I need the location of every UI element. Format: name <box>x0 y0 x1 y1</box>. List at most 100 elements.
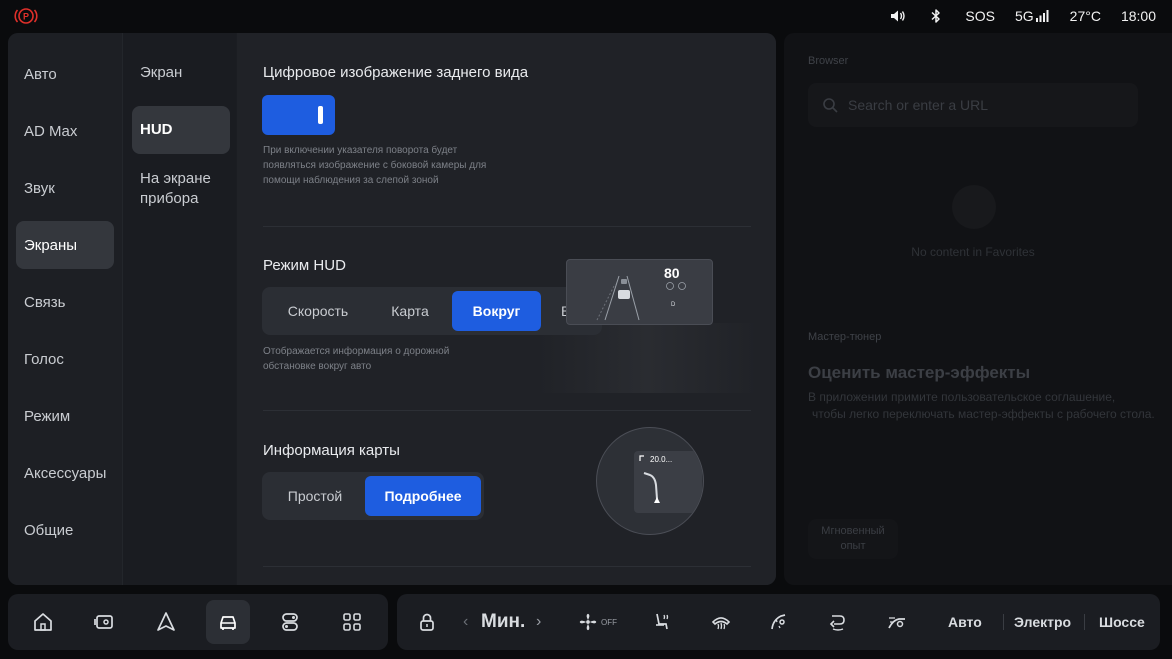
instant-experience-label: опыт <box>840 540 866 552</box>
section-divider <box>263 410 751 411</box>
front-defrost-button[interactable] <box>699 600 743 644</box>
subnav-item-screen[interactable]: Экран <box>132 53 230 93</box>
fan-decrease-chevron-icon[interactable]: ‹ <box>463 594 468 650</box>
fan-increase-chevron-icon[interactable]: › <box>536 594 541 650</box>
air-recirculation-button[interactable] <box>816 600 860 644</box>
map-info-title: Информация карты <box>263 442 400 459</box>
air-direction-icon <box>888 617 905 629</box>
clock: 18:00 <box>1120 8 1156 24</box>
sos-button[interactable]: SOS <box>965 8 995 24</box>
hud-mode-hint-line: обстановке вокруг авто <box>263 361 372 372</box>
nav-item-ad-max[interactable]: AD Max <box>16 107 114 155</box>
rear-view-hint-line: При включении указателя поворота будет <box>263 145 458 156</box>
nav-item-mode[interactable]: Режим <box>16 392 114 440</box>
svg-text:P: P <box>23 12 29 22</box>
subnav-item-instrument-screen[interactable]: На экране прибора <box>132 165 222 213</box>
map-info-preview: 20.0... <box>596 427 704 535</box>
instant-experience-label: Мгновенный <box>821 525 885 537</box>
climate-dock: ‹ Мин. › OFF Авто Электро Шоссе <box>397 594 1160 650</box>
media-button[interactable] <box>82 600 126 644</box>
hud-preview-speed: 80 <box>664 265 680 281</box>
instant-experience-button[interactable]: Мгновенный опыт <box>808 519 898 559</box>
settings-panel: Авто AD Max Звук Экраны Связь Голос Режи… <box>8 33 776 585</box>
network-indicator: 5G <box>1015 8 1050 24</box>
secondary-nav: Экран HUD На экране прибора <box>122 33 236 585</box>
favorites-empty-icon <box>952 185 996 229</box>
controls-button[interactable] <box>268 600 312 644</box>
nav-item-connection[interactable]: Связь <box>16 278 114 326</box>
nav-item-accessories[interactable]: Аксессуары <box>16 449 114 497</box>
drive-mode-electric[interactable]: Электро <box>1014 594 1071 650</box>
app-dock <box>8 594 388 650</box>
tuner-body-line: чтобы легко переключать мастер-эффекты с… <box>812 407 1155 421</box>
volume-icon[interactable] <box>889 7 907 25</box>
primary-nav: Авто AD Max Звук Экраны Связь Голос Режи… <box>8 33 122 585</box>
hud-mode-speed[interactable]: Скорость <box>266 291 370 331</box>
tuner-label: Мастер-тюнер <box>808 331 882 343</box>
nav-item-general[interactable]: Общие <box>16 506 114 554</box>
toggle-knob <box>318 106 323 124</box>
browser-label: Browser <box>808 55 849 67</box>
home-button[interactable] <box>21 600 65 644</box>
browser-search-placeholder: Search or enter a URL <box>848 97 989 113</box>
section-divider <box>263 226 751 227</box>
fan-off-label: OFF <box>601 617 617 627</box>
nav-item-sound[interactable]: Звук <box>16 164 114 212</box>
hud-mode-around[interactable]: Вокруг <box>452 291 541 331</box>
steering-heat-icon <box>771 614 786 630</box>
lock-button[interactable] <box>405 600 449 644</box>
nav-item-voice[interactable]: Голос <box>16 335 114 383</box>
map-info-simple[interactable]: Простой <box>266 476 364 516</box>
toggles-icon <box>282 613 298 631</box>
road-lanes-icon: D <box>596 275 686 321</box>
home-icon <box>34 613 52 631</box>
navigation-arrow-icon <box>157 612 175 631</box>
navigation-button[interactable] <box>144 600 188 644</box>
outside-temperature: 27°C <box>1069 8 1101 24</box>
fan-button[interactable]: OFF <box>569 600 625 644</box>
airflow-icon <box>829 615 845 631</box>
car-icon <box>220 616 236 630</box>
apps-button[interactable] <box>330 600 374 644</box>
tuner-heading: Оценить мастер-эффекты <box>808 363 1031 382</box>
nav-item-screens[interactable]: Экраны <box>16 221 114 269</box>
tuner-body: В приложении примите пользовательское со… <box>808 389 1158 423</box>
hud-preview-image: D 80 <box>566 259 713 325</box>
rear-view-title: Цифровое изображение заднего вида <box>263 64 529 81</box>
vehicle-button[interactable] <box>206 600 250 644</box>
drive-mode-auto[interactable]: Авто <box>948 594 982 650</box>
nav-item-auto[interactable]: Авто <box>16 50 114 98</box>
fan-level-value: Мин. <box>481 611 526 632</box>
hud-mode-hint: Отображается информация о дорожной обста… <box>263 344 449 374</box>
browser-search[interactable]: Search or enter a URL <box>808 83 1138 127</box>
parking-brake-warning-icon: P <box>14 8 38 24</box>
hud-mode-map[interactable]: Карта <box>370 291 450 331</box>
map-info-detailed[interactable]: Подробнее <box>365 476 481 516</box>
air-direction-button[interactable] <box>875 600 919 644</box>
side-panel: Browser Search or enter a URL No content… <box>784 33 1172 585</box>
rear-view-hint: При включении указателя поворота будет п… <box>263 143 486 188</box>
network-type: 5G <box>1014 8 1034 24</box>
mode-separator <box>1003 614 1004 630</box>
status-bar: P SOS 5G 27°C 18:00 <box>0 0 1172 32</box>
bluetooth-icon[interactable] <box>927 7 945 25</box>
rear-view-toggle[interactable] <box>262 95 335 135</box>
drive-mode-highway[interactable]: Шоссе <box>1099 594 1145 650</box>
rear-view-hint-line: появляться изображение с боковой камеры … <box>263 160 487 171</box>
svg-text:D: D <box>671 302 676 308</box>
subnav-item-hud[interactable]: HUD <box>132 106 230 154</box>
map-preview-distance: 20.0... <box>650 455 673 464</box>
mode-separator <box>1084 614 1085 630</box>
settings-content: Цифровое изображение заднего вида При вк… <box>237 33 776 585</box>
search-icon <box>823 98 838 113</box>
front-defrost-icon <box>711 617 731 630</box>
steering-heat-button[interactable] <box>757 600 801 644</box>
seat-heat-button[interactable] <box>639 600 683 644</box>
lock-icon <box>420 613 434 631</box>
section-divider <box>263 566 751 567</box>
hud-mode-title: Режим HUD <box>263 257 346 274</box>
apps-grid-icon <box>343 613 361 631</box>
media-player-icon <box>94 615 113 629</box>
map-info-selector: Простой Подробнее <box>262 472 484 520</box>
fan-icon <box>579 613 597 631</box>
